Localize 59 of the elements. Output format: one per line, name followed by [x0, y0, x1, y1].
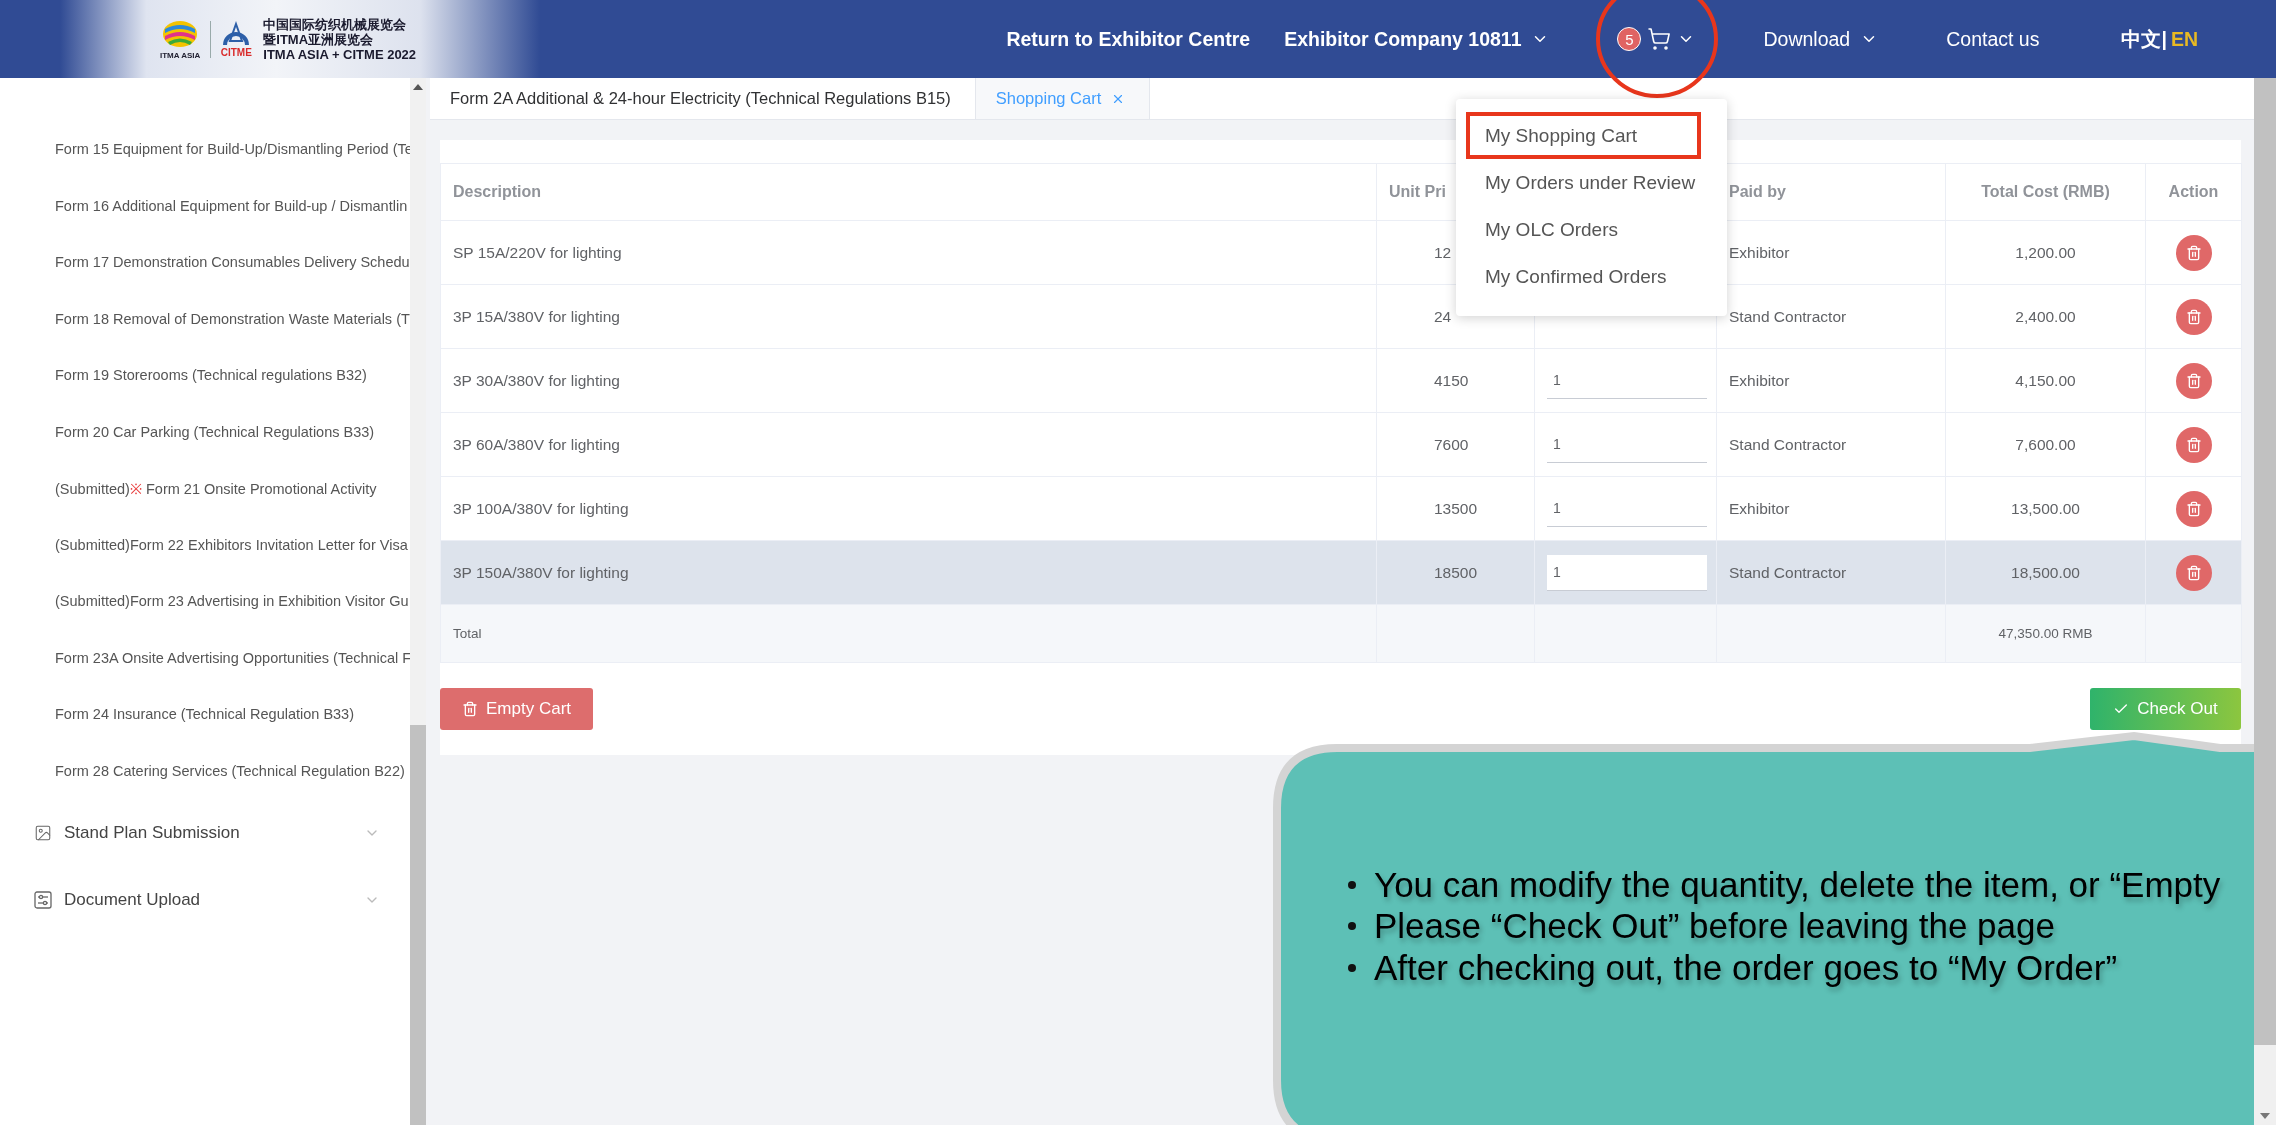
logo-text: 中国国际纺织机械展览会 [263, 16, 408, 32]
quantity-field[interactable]: 1 [1547, 426, 1707, 463]
table-cell: 2,400.00 [1946, 285, 2146, 349]
form-link[interactable]: Form 17 Demonstration Consumables Delivery Schedu [0, 234, 410, 291]
table-cell: 47,350.00 RMB [1946, 605, 2146, 663]
form-link[interactable]: Form 20 Car Parking (Technical Regulations B33) [0, 403, 410, 460]
table-cell: Exhibitor [1717, 349, 1946, 413]
table-cell: Stand Contractor [1717, 285, 1946, 349]
count-badge: 5 [1617, 27, 1642, 51]
language-option[interactable]: 中文| [2119, 25, 2169, 53]
table-cell: Exhibitor [1717, 477, 1946, 541]
menu-section[interactable]: Stand Plan Submission [0, 799, 410, 866]
form-link[interactable]: (Submitted)Form 22 Exhibitors Invitation Letter for Visa [0, 516, 410, 573]
table-cell: 3P 150A/380V for lighting [441, 541, 1377, 605]
table-cell: 1,200.00 [1946, 221, 2146, 285]
form-link[interactable]: Form 19 Storerooms (Technical regulations B32) [0, 347, 410, 404]
callout-text: After checking out, the order goes to “My Order” [1374, 947, 2118, 988]
table-cell: 3P 15A/380V for lighting [441, 285, 1377, 349]
section-label: Stand Plan Submission [64, 822, 241, 843]
section-label: Document Upload [64, 889, 202, 910]
table-cell: 13,500.00 [1946, 477, 2146, 541]
quantity-field[interactable]: 1 [1547, 554, 1707, 591]
table-cell: 18,500.00 [1946, 541, 2146, 605]
form-link[interactable]: Form 28 Catering Services (Technical Regulation B22) [0, 742, 410, 799]
form-link[interactable]: Form 18 Removal of Demonstration Waste Materials (T [0, 290, 410, 347]
language-option[interactable]: EN [2168, 27, 2200, 51]
table-cell: Stand Contractor [1717, 541, 1946, 605]
form-link[interactable]: Form 16 Additional Equipment for Build-up / Dismantlin [0, 177, 410, 234]
quantity-field[interactable]: 1 [1547, 362, 1707, 399]
table-cell: 3P 60A/380V for lighting [441, 413, 1377, 477]
callout-text: You can modify the quantity, delete the item, or “Empty [1374, 864, 2221, 905]
table-cell: 7,600.00 [1946, 413, 2146, 477]
quantity-field[interactable]: 1 [1547, 490, 1707, 527]
form-link[interactable]: Form 24 Insurance (Technical Regulation B33) [0, 686, 410, 743]
logo-wordmark: CITME [220, 46, 252, 58]
table-cell: SP 15A/220V for lighting [441, 221, 1377, 285]
table-cell: Stand Contractor [1717, 413, 1946, 477]
column-header: Description [441, 163, 1377, 221]
logo-text: ITMA ASIA + CITME 2022 [263, 46, 417, 62]
nav-menu[interactable]: Exhibitor Company 10811 [1284, 27, 1550, 51]
logo-caption: ITMA ASIA [160, 50, 201, 60]
menu-section[interactable]: Document Upload [0, 866, 410, 933]
nav-link[interactable]: Return to Exhibitor Centre [1006, 27, 1251, 51]
table-cell: 3P 30A/380V for lighting [441, 349, 1377, 413]
nav-menu[interactable]: Download [1763, 27, 1879, 51]
table-cell: 13500 [1377, 477, 1535, 541]
table-cell: 4,150.00 [1946, 349, 2146, 413]
nav-link[interactable]: Contact us [1946, 27, 2040, 51]
table-cell: 4150 [1377, 349, 1535, 413]
table-cell: 7600 [1377, 413, 1535, 477]
menu-item[interactable]: My Shopping Cart [1466, 112, 1701, 159]
table-cell: Total [441, 605, 1377, 663]
form-link[interactable]: (Submitted)Form 23 Advertising in Exhibition Visitor Gu [0, 573, 410, 630]
table-cell: 3P 100A/380V for lighting [441, 477, 1377, 541]
table-cell: 18500 [1377, 541, 1535, 605]
form-link[interactable]: (Submitted)※ Form 21 Onsite Promotional Activity [0, 460, 410, 517]
form-link[interactable]: Form 23A Onsite Advertising Opportunities (Technical F [0, 629, 410, 686]
callout-text: Please “Check Out” before leaving the page [1374, 906, 2055, 947]
logo-text: 暨ITMA亚洲展览会 [263, 31, 375, 47]
